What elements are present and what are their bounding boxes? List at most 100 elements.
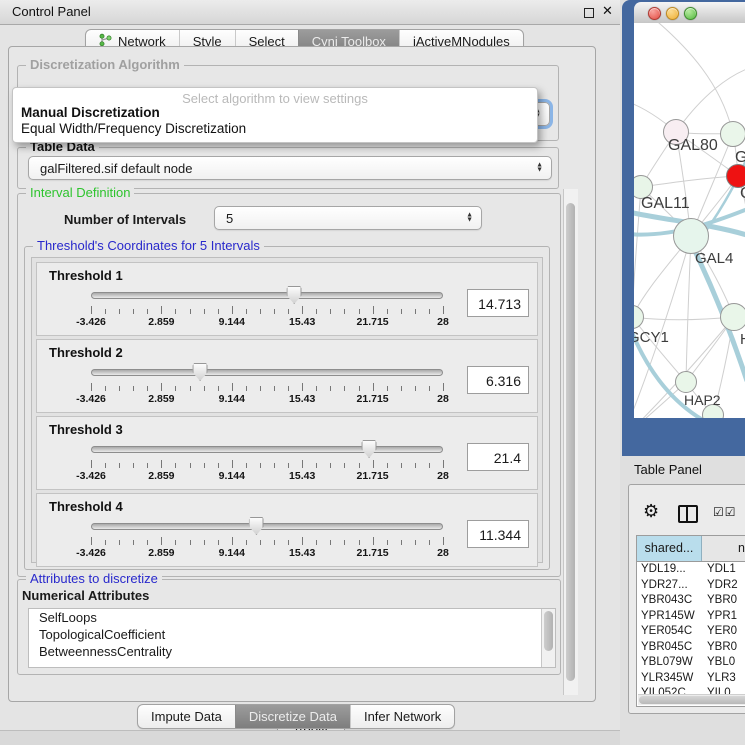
threshold-4-value-field[interactable]: 11.344 [467,520,529,548]
table-row[interactable]: YPR145WYPR1 [637,609,745,625]
slider-tick-label: -3.426 [76,393,106,405]
table-row[interactable]: YDR27...YDR2 [637,578,745,594]
network-view-window[interactable]: GAL80 GA C GAL11 GAL4 GCY1 H HAP2 [622,0,745,456]
slider-tick [147,386,148,391]
list-item[interactable]: SelfLoops [29,609,555,626]
slider-tick-label: 21.715 [357,316,389,328]
slider-tick [401,540,402,545]
slider-thumb[interactable] [249,517,264,535]
column-header-name[interactable]: n [702,536,745,561]
table-row[interactable]: YDL19...YDL1 [637,562,745,578]
slider-track[interactable] [91,523,443,530]
network-node[interactable] [675,371,697,393]
split-columns-icon[interactable] [678,505,698,523]
table-scrollbar-thumb[interactable] [639,696,745,704]
maximize-traffic-light-icon[interactable] [684,7,697,20]
slider-track[interactable] [91,369,443,376]
slider-tick-label: -3.426 [76,547,106,559]
slider-tick-label: 9.144 [219,547,245,559]
column-header-shared[interactable]: shared... [637,536,702,561]
checkbox-icons[interactable]: ☑☑ [713,505,737,519]
slider-tick-label: 9.144 [219,470,245,482]
slider-tick-label: 21.715 [357,393,389,405]
slider-tick [401,463,402,468]
threshold-4-slider[interactable]: -3.4262.8599.14415.4321.71528 [91,517,443,563]
cyni-bottom-tabs: Impute Data Discretize Data Infer Networ… [137,704,455,729]
threshold-3-slider[interactable]: -3.4262.8599.14415.4321.71528 [91,440,443,486]
slider-tick [359,540,360,545]
slider-tick-label: -3.426 [76,316,106,328]
slider-tick [443,306,444,314]
table-row[interactable]: YBR045CYBR0 [637,640,745,656]
minimize-traffic-light-icon[interactable] [666,7,679,20]
numerical-attributes-list[interactable]: SelfLoops TopologicalCoefficient Between… [28,608,556,668]
slider-tick [429,540,430,545]
network-canvas[interactable]: GAL80 GA C GAL11 GAL4 GCY1 H HAP2 [634,23,745,418]
slider-tick [105,309,106,314]
close-traffic-light-icon[interactable] [648,7,661,20]
slider-tick [302,306,303,314]
threshold-4-panel: Threshold 4 -3.4262.8599.14415.4321.7152… [36,493,538,567]
slider-thumb[interactable] [193,363,208,381]
slider-track[interactable] [91,446,443,453]
slider-tick [105,386,106,391]
slider-tick [415,309,416,314]
settings-scrollbar[interactable] [563,189,578,695]
tab-infer-network[interactable]: Infer Network [350,705,454,728]
tab-discretize-data[interactable]: Discretize Data [235,705,350,728]
tab-impute-data[interactable]: Impute Data [138,705,235,728]
threshold-2-value-field[interactable]: 6.316 [467,366,529,394]
threshold-2-slider[interactable]: -3.4262.8599.14415.4321.71528 [91,363,443,409]
list-item[interactable]: BetweennessCentrality [29,643,555,660]
network-window-titlebar[interactable] [634,2,745,24]
table-data-combobox[interactable]: galFiltered.sif default node ▲▼ [28,156,552,180]
thresholds-group-title: Threshold's Coordinates for 5 Intervals [33,238,264,253]
slider-tick [415,386,416,391]
slider-tick [288,309,289,314]
gear-icon[interactable]: ⚙ [643,501,659,522]
slider-tick [330,463,331,468]
interval-definition-group: Interval Definition Number of Intervals … [17,193,561,577]
slider-tick [302,383,303,391]
dropdown-placeholder: Select algorithm to view settings [13,91,537,106]
attributes-group-title: Attributes to discretize [26,571,162,586]
dropdown-option-manual-discretization[interactable]: Manual Discretization [21,105,160,120]
list-item[interactable]: TopologicalCoefficient [29,626,555,643]
slider-tick [218,540,219,545]
slider-thumb[interactable] [362,440,377,458]
close-icon[interactable]: ✕ [602,3,613,19]
list-scrollbar[interactable] [541,609,555,667]
threshold-1-slider[interactable]: -3.4262.8599.14415.4321.71528 [91,286,443,332]
float-window-icon[interactable] [584,8,594,18]
slider-tick-label: -3.426 [76,470,106,482]
table-row[interactable]: YER054CYER0 [637,624,745,640]
list-scrollbar-thumb[interactable] [544,611,553,651]
table-row[interactable]: YLR345WYLR3 [637,671,745,687]
threshold-4-label: Threshold 4 [49,499,123,514]
network-node[interactable] [720,303,745,331]
slider-thumb[interactable] [287,286,302,304]
threshold-1-value-field[interactable]: 14.713 [467,289,529,317]
slider-tick [344,309,345,314]
slider-tick [443,537,444,545]
slider-tick-labels: -3.4262.8599.14415.4321.71528 [91,393,443,406]
threshold-3-value-field[interactable]: 21.4 [467,443,529,471]
combo-stepper-icon: ▲▼ [536,163,543,172]
threshold-2-label: Threshold 2 [49,345,123,360]
table-panel: ⚙ ☑☑ shared... n YDL19...YDL1 YDR27...YD… [628,484,745,714]
slider-track[interactable] [91,292,443,299]
number-of-intervals-combobox[interactable]: 5 ▲▼ [214,206,482,230]
slider-tick [204,540,205,545]
dropdown-option-equal-width-frequency[interactable]: Equal Width/Frequency Discretization [21,121,246,136]
node-label-hap2: HAP2 [684,392,721,408]
table-row[interactable]: YBL079WYBL0 [637,655,745,671]
slider-tick [232,537,233,545]
table-horizontal-scrollbar[interactable] [638,694,745,705]
slider-tick [147,463,148,468]
settings-scrollbar-thumb[interactable] [566,203,575,681]
network-node[interactable] [720,121,745,147]
table-row[interactable]: YBR043CYBR0 [637,593,745,609]
slider-tick [359,309,360,314]
network-node[interactable] [673,218,709,254]
threshold-1-panel: Threshold 1 -3.4262.8599.14415.4321.7152… [36,262,538,336]
